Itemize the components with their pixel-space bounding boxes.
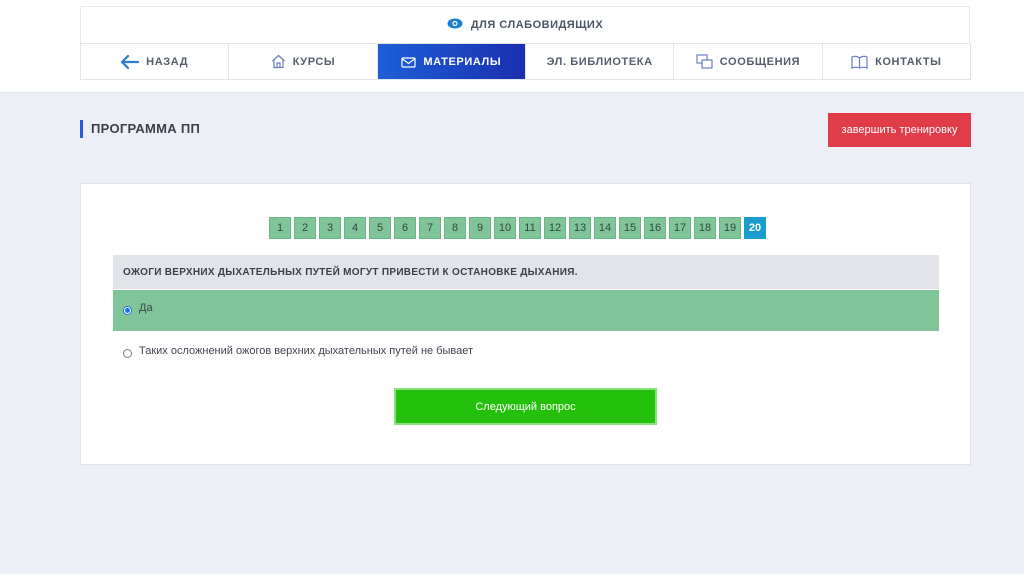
question-number-8[interactable]: 8 — [444, 217, 466, 239]
question-number-13[interactable]: 13 — [569, 217, 591, 239]
main-nav: НАЗАД КУРСЫ МАТЕРИАЛЫ ЭЛ. БИБЛИОТЕКА СОО… — [80, 43, 971, 80]
question-number-20-current[interactable]: 20 — [744, 217, 766, 239]
nav-contacts[interactable]: КОНТАКТЫ — [823, 44, 970, 79]
question-number-1[interactable]: 1 — [269, 217, 291, 239]
question-number-19[interactable]: 19 — [719, 217, 741, 239]
question-number-7[interactable]: 7 — [419, 217, 441, 239]
home-icon — [271, 54, 286, 69]
quiz-card: 1 2 3 4 5 6 7 8 9 10 11 12 13 14 15 16 1… — [80, 183, 971, 465]
answer-option-2[interactable]: Таких осложнений ожогов верхних дыхатель… — [113, 334, 939, 364]
question-number-15[interactable]: 15 — [619, 217, 641, 239]
question-number-11[interactable]: 11 — [519, 217, 541, 239]
question-number-5[interactable]: 5 — [369, 217, 391, 239]
question-number-2[interactable]: 2 — [294, 217, 316, 239]
question-number-bar: 1 2 3 4 5 6 7 8 9 10 11 12 13 14 15 16 1… — [269, 217, 766, 239]
question-number-14[interactable]: 14 — [594, 217, 616, 239]
page-title: ПРОГРАММА ПП — [80, 120, 200, 138]
answer-option-1-label: Да — [139, 302, 153, 314]
radio-selected[interactable] — [123, 306, 132, 315]
answer-option-2-label: Таких осложнений ожогов верхних дыхатель… — [139, 345, 474, 357]
finish-training-button[interactable]: завершить тренировку — [828, 113, 971, 147]
next-question-button[interactable]: Следующий вопрос — [394, 388, 657, 425]
question-number-18[interactable]: 18 — [694, 217, 716, 239]
question-text: ОЖОГИ ВЕРХНИХ ДЫХАТЕЛЬНЫХ ПУТЕЙ МОГУТ ПР… — [113, 255, 939, 289]
nav-messages-label: СООБЩЕНИЯ — [719, 55, 801, 68]
radio-unselected[interactable] — [123, 349, 132, 358]
nav-courses-label: КУРСЫ — [292, 55, 336, 68]
envelope-icon — [401, 56, 417, 68]
book-icon — [851, 55, 868, 69]
question-number-9[interactable]: 9 — [469, 217, 491, 239]
question-number-6[interactable]: 6 — [394, 217, 416, 239]
accessibility-label: ДЛЯ СЛАБОВИДЯЩИХ — [470, 19, 604, 31]
nav-courses[interactable]: КУРСЫ — [229, 44, 378, 79]
nav-back-label: НАЗАД — [146, 55, 189, 68]
answer-option-1[interactable]: Да — [113, 290, 939, 331]
nav-messages[interactable]: СООБЩЕНИЯ — [674, 44, 823, 79]
eye-icon — [447, 18, 471, 32]
question-number-4[interactable]: 4 — [344, 217, 366, 239]
nav-materials[interactable]: МАТЕРИАЛЫ — [377, 44, 526, 79]
nav-library[interactable]: ЭЛ. БИБЛИОТЕКА — [526, 44, 675, 79]
question-number-10[interactable]: 10 — [494, 217, 516, 239]
question-number-3[interactable]: 3 — [319, 217, 341, 239]
nav-materials-label: МАТЕРИАЛЫ — [423, 55, 502, 68]
question-number-12[interactable]: 12 — [544, 217, 566, 239]
nav-library-label: ЭЛ. БИБЛИОТЕКА — [546, 55, 653, 68]
chat-icon — [696, 54, 713, 69]
question-number-16[interactable]: 16 — [644, 217, 666, 239]
question-number-17[interactable]: 17 — [669, 217, 691, 239]
header: ДЛЯ СЛАБОВИДЯЩИХ НАЗАД КУРСЫ МАТЕРИАЛЫ Э… — [0, 0, 1024, 93]
arrow-left-icon — [121, 54, 140, 69]
nav-back[interactable]: НАЗАД — [81, 44, 230, 79]
nav-contacts-label: КОНТАКТЫ — [875, 55, 942, 68]
accessibility-link[interactable]: ДЛЯ СЛАБОВИДЯЩИХ — [80, 6, 970, 43]
